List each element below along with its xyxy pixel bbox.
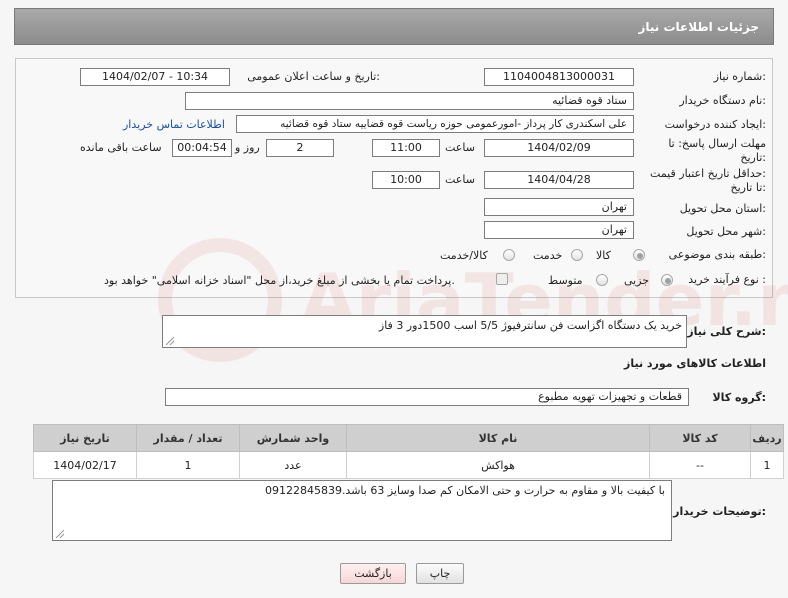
buyer-notes-label: توضیحات خریدار: xyxy=(673,505,766,518)
category-both-label: کالا/خدمت xyxy=(440,249,488,262)
announce-date-field: 1404/02/07 - 10:34 xyxy=(80,68,230,86)
cell-item-name: هواکش xyxy=(346,451,650,479)
deadline-date-field: 1404/02/09 xyxy=(484,139,634,157)
category-service-label: خدمت xyxy=(533,249,563,262)
col-need-date: تاریخ نیاز xyxy=(33,424,137,452)
remaining-time-label: ساعت باقی مانده xyxy=(80,141,162,154)
page-title: جزئیات اطلاعات نیاز xyxy=(638,19,759,34)
description-textarea[interactable]: خرید یک دستگاه اگزاست فن سانترفیوژ 5/5 ا… xyxy=(162,315,687,348)
days-label: روز و xyxy=(235,141,260,154)
treasury-payment-note: پرداخت تمام یا بخشی از مبلغ خرید،از محل … xyxy=(104,274,455,287)
cell-row: 1 xyxy=(750,451,784,479)
goods-group-field: قطعات و تجهیزات تهویه مطبوع xyxy=(165,388,689,406)
buyer-org-label: نام دستگاه خریدار: xyxy=(679,94,766,107)
buyer-notes-text: با کیفیت بالا و مقاوم به حرارت و حتی الا… xyxy=(264,484,665,497)
resize-grip-icon[interactable] xyxy=(56,530,64,538)
back-button[interactable]: بازگشت xyxy=(340,563,406,584)
treasury-payment-checkbox[interactable] xyxy=(496,273,508,285)
col-row: ردیف xyxy=(750,424,784,452)
price-validity-date-field: 1404/04/28 xyxy=(484,171,634,189)
goods-group-label: گروه کالا: xyxy=(712,391,766,404)
col-item-name: نام کالا xyxy=(346,424,650,452)
province-label: استان محل تحویل: xyxy=(679,202,766,215)
description-text: خرید یک دستگاه اگزاست فن سانترفیوژ 5/5 ا… xyxy=(378,319,682,332)
goods-section-title: اطلاعات کالاهای مورد نیاز xyxy=(624,357,766,370)
deadline-label-date: تاریخ: xyxy=(740,151,766,164)
remaining-time-field: 00:04:54 xyxy=(172,139,232,157)
deadline-time-label: ساعت xyxy=(445,141,475,154)
category-goods-label: کالا xyxy=(596,249,611,262)
category-service-radio[interactable] xyxy=(571,249,583,261)
col-quantity: تعداد / مقدار xyxy=(136,424,240,452)
cell-quantity: 1 xyxy=(136,451,240,479)
category-goods-radio[interactable] xyxy=(633,249,645,261)
price-validity-label: حداقل تاریخ اعتبار قیمت: xyxy=(650,167,766,180)
col-item-code: کد کالا xyxy=(649,424,751,452)
process-label: نوع فرآیند خرید : xyxy=(688,273,766,286)
deadline-time-field: 11:00 xyxy=(372,139,440,157)
process-medium-label: متوسط xyxy=(548,274,583,287)
page-header: جزئیات اطلاعات نیاز xyxy=(14,8,774,45)
creator-label: ایجاد کننده درخواست: xyxy=(664,118,766,131)
goods-table: تاریخ نیاز تعداد / مقدار واحد شمارش نام … xyxy=(33,424,784,479)
creator-field: علی اسکندری کار پرداز -امورعمومی حوزه ری… xyxy=(236,115,634,133)
process-minor-label: جزیی xyxy=(624,274,650,287)
city-label: شهر محل تحویل: xyxy=(686,225,766,238)
province-field: تهران xyxy=(484,198,634,216)
process-minor-radio[interactable] xyxy=(661,274,673,286)
col-unit: واحد شمارش xyxy=(239,424,347,452)
description-label: شرح کلی نیاز: xyxy=(687,325,766,338)
price-validity-label-date: تا تاریخ: xyxy=(730,181,766,194)
category-label: طبقه بندی موضوعی: xyxy=(668,248,766,261)
category-both-radio[interactable] xyxy=(503,249,515,261)
cell-unit: عدد xyxy=(239,451,347,479)
table-row: 1404/02/17 1 عدد هواکش -- 1 xyxy=(33,451,784,479)
goods-table-wrap: تاریخ نیاز تعداد / مقدار واحد شمارش نام … xyxy=(33,424,784,479)
contact-info-link[interactable]: اطلاعات تماس خریدار xyxy=(123,118,225,131)
price-time-label: ساعت xyxy=(445,173,475,186)
price-validity-time-field: 10:00 xyxy=(372,171,440,189)
goods-table-header: تاریخ نیاز تعداد / مقدار واحد شمارش نام … xyxy=(33,424,784,452)
buyer-notes-textarea[interactable]: با کیفیت بالا و مقاوم به حرارت و حتی الا… xyxy=(52,480,672,541)
cell-item-code: -- xyxy=(649,451,751,479)
city-field: تهران xyxy=(484,221,634,239)
need-number-field: 1104004813000031 xyxy=(484,68,634,86)
need-number-label: شماره نیاز: xyxy=(713,70,766,83)
deadline-label: مهلت ارسال پاسخ: تا xyxy=(668,137,766,150)
announce-label: تاریخ و ساعت اعلان عمومی: xyxy=(247,70,380,83)
resize-grip-icon[interactable] xyxy=(166,337,174,345)
buyer-org-field: ستاد قوه قضائیه xyxy=(185,92,634,110)
print-button[interactable]: چاپ xyxy=(416,563,464,584)
days-remaining-field: 2 xyxy=(266,139,334,157)
process-medium-radio[interactable] xyxy=(596,274,608,286)
cell-need-date: 1404/02/17 xyxy=(33,451,137,479)
